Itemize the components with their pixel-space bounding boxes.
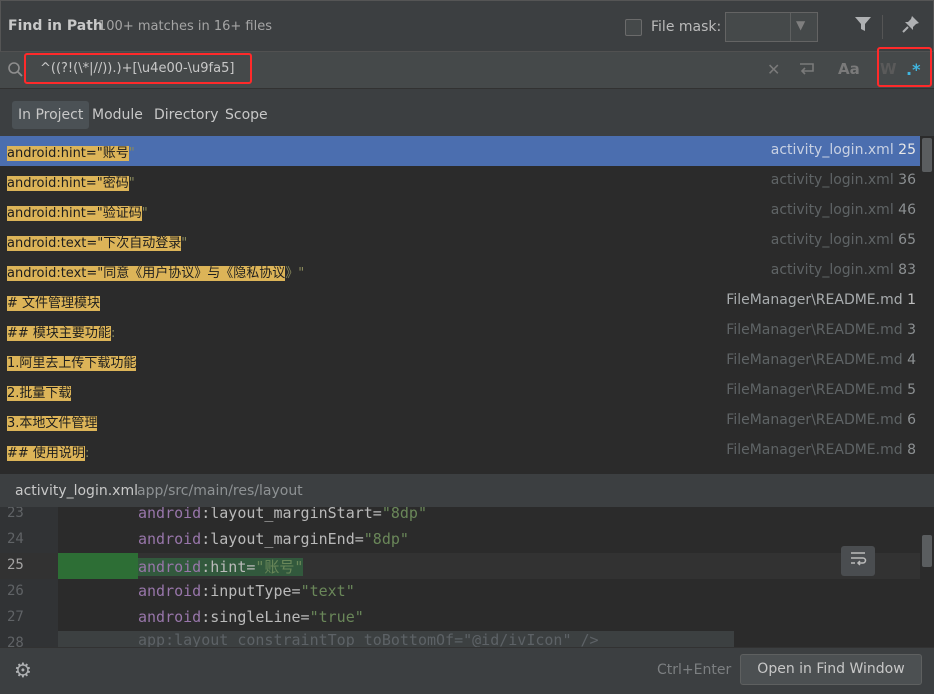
preview-file-path: app/src/main/res/layout xyxy=(137,483,303,499)
list-item[interactable]: 3.本地文件管理 FileManager\README.md 6 xyxy=(0,406,920,436)
soft-wrap-button[interactable] xyxy=(841,546,875,576)
results-list[interactable]: android:hint="账号" activity_login.xml 25 … xyxy=(0,136,920,473)
list-item[interactable]: ## 使用说明: FileManager\README.md 8 xyxy=(0,436,920,466)
result-file: activity_login.xml 65 xyxy=(770,232,916,248)
soft-wrap-icon xyxy=(851,552,867,566)
result-file: FileManager\README.md 5 xyxy=(726,382,916,398)
tab-scope[interactable]: Scope xyxy=(219,101,274,129)
filter-icon[interactable] xyxy=(852,15,874,37)
result-code: # 文件管理模块 xyxy=(7,296,101,311)
result-code: android:text="同意《用户协议》与《隐私协议》" xyxy=(7,266,305,281)
gear-icon[interactable]: ⚙ xyxy=(14,658,32,682)
result-file: activity_login.xml 36 xyxy=(770,172,916,188)
match-marker xyxy=(58,553,138,579)
editor-scrollbar[interactable] xyxy=(920,507,934,647)
new-line-icon[interactable] xyxy=(798,60,818,82)
result-code: android:hint="验证码" xyxy=(7,206,148,221)
result-file: FileManager\README.md 1 xyxy=(726,292,916,308)
result-file: FileManager\README.md 8 xyxy=(726,442,916,458)
file-mask-label: File mask: xyxy=(651,19,722,35)
find-in-path-header: Find in Path 100+ matches in 16+ files F… xyxy=(0,0,934,52)
result-code: 3.本地文件管理 xyxy=(7,416,98,431)
result-code: android:hint="密码" xyxy=(7,176,135,191)
result-code: ## 使用说明: xyxy=(7,446,90,461)
dialog-footer: ⚙ Ctrl+Enter Open in Find Window xyxy=(0,647,934,694)
editor-line: 23 android:layout_marginStart="8dp" xyxy=(7,507,427,522)
editor-line: 26 android:inputType="text" xyxy=(7,582,355,600)
scope-tabs: In Project Module Directory Scope xyxy=(0,89,934,136)
results-scrollbar[interactable] xyxy=(920,136,934,473)
result-file: activity_login.xml 46 xyxy=(770,202,916,218)
list-item[interactable]: android:text="下次自动登录" activity_login.xml… xyxy=(0,226,920,256)
file-mask-combo[interactable]: ▼ xyxy=(725,12,818,42)
result-code: ## 模块主要功能: xyxy=(7,326,116,341)
editor-line: 24 android:layout_marginEnd="8dp" xyxy=(7,530,409,548)
tab-module[interactable]: Module xyxy=(86,101,149,129)
result-code: 2.批量下载 xyxy=(7,386,72,401)
result-code: android:text="下次自动登录" xyxy=(7,236,188,251)
result-file: FileManager\README.md 3 xyxy=(726,322,916,338)
list-item[interactable]: 1.阿里去上传下载功能 FileManager\README.md 4 xyxy=(0,346,920,376)
result-file: activity_login.xml 83 xyxy=(770,262,916,278)
pin-icon[interactable] xyxy=(900,15,922,37)
result-file: FileManager\README.md 6 xyxy=(726,412,916,428)
result-file: activity_login.xml 25 xyxy=(770,142,916,158)
list-item[interactable]: android:hint="账号" activity_login.xml 25 xyxy=(0,136,920,166)
editor-line-current: 25 android:hint="账号" xyxy=(0,553,920,579)
list-item[interactable]: android:text="同意《用户协议》与《隐私协议》" activity_… xyxy=(0,256,920,286)
search-query-text[interactable]: ^((?!(\*|//)).)+[\u4e00-\u9fa5] xyxy=(40,61,234,76)
list-item[interactable]: android:hint="验证码" activity_login.xml 46 xyxy=(0,196,920,226)
list-item[interactable]: ## 模块主要功能: FileManager\README.md 3 xyxy=(0,316,920,346)
header-separator xyxy=(882,15,883,39)
tab-in-project[interactable]: In Project xyxy=(12,101,90,129)
words-icon[interactable]: W xyxy=(880,60,897,78)
file-mask-checkbox[interactable] xyxy=(625,19,642,36)
shortcut-hint: Ctrl+Enter xyxy=(657,662,732,678)
search-icon[interactable] xyxy=(7,61,24,82)
editor-line-faded: app:layout_constraintTop_toBottomOf="@id… xyxy=(138,631,599,647)
chevron-down-icon[interactable]: ▼ xyxy=(796,18,805,32)
preview-path-bar: activity_login.xml app/src/main/res/layo… xyxy=(0,473,934,507)
list-item[interactable]: # 文件管理模块 FileManager\README.md 1 xyxy=(0,286,920,316)
clear-icon[interactable]: ✕ xyxy=(767,60,780,79)
combo-separator xyxy=(790,13,791,41)
list-item[interactable]: android:hint="密码" activity_login.xml 36 xyxy=(0,166,920,196)
editor-line: 27 android:singleLine="true" xyxy=(7,608,364,626)
scrollbar-thumb[interactable] xyxy=(922,535,932,567)
result-code: 1.阿里去上传下载功能 xyxy=(7,356,137,371)
list-item[interactable]: 2.批量下载 FileManager\README.md 5 xyxy=(0,376,920,406)
match-summary: 100+ matches in 16+ files xyxy=(98,19,272,34)
search-input[interactable]: ^((?!(\*|//)).)+[\u4e00-\u9fa5] xyxy=(24,53,252,84)
tab-directory[interactable]: Directory xyxy=(148,101,225,129)
dialog-title: Find in Path xyxy=(8,18,103,34)
open-in-find-window-button[interactable]: Open in Find Window xyxy=(740,654,922,685)
scrollbar-thumb[interactable] xyxy=(922,138,932,172)
regex-icon[interactable]: .* xyxy=(906,60,920,79)
result-code: android:hint="账号" xyxy=(7,146,135,161)
result-file: FileManager\README.md 4 xyxy=(726,352,916,368)
preview-file-name: activity_login.xml xyxy=(15,483,138,499)
preview-editor[interactable]: 23 android:layout_marginStart="8dp" 24 a… xyxy=(0,507,934,647)
search-row: ^((?!(\*|//)).)+[\u4e00-\u9fa5] ✕ Aa xyxy=(0,52,934,89)
match-case-icon[interactable]: Aa xyxy=(838,60,860,78)
